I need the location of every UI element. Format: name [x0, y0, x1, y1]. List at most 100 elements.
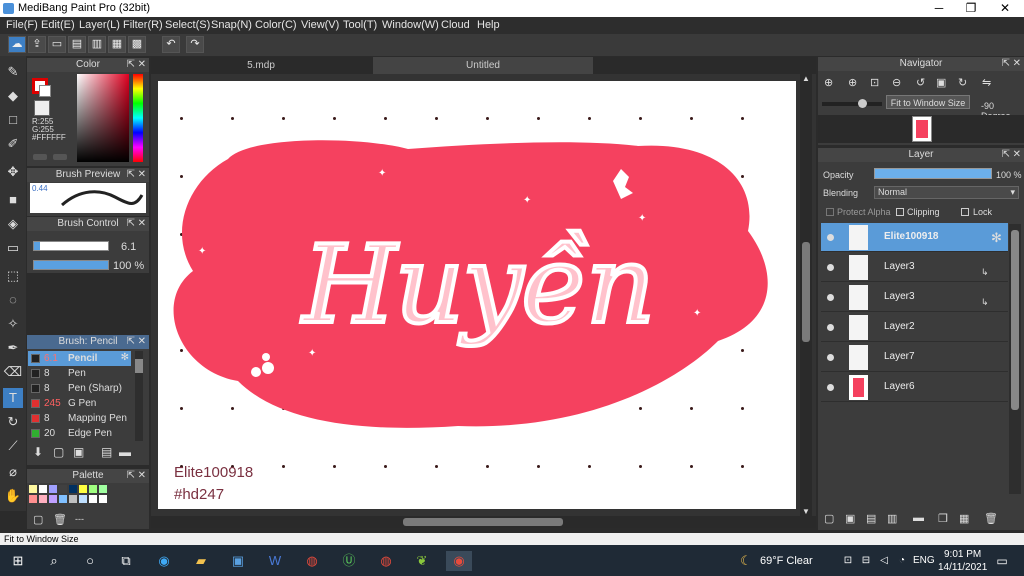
transparent-color-swatch[interactable]	[34, 100, 50, 116]
brush-options-icon[interactable]: ▣	[73, 445, 84, 459]
palette-swatch[interactable]	[39, 495, 47, 503]
magic-wand-tool-icon[interactable]: ✧	[3, 314, 23, 334]
lock-checkbox[interactable]	[961, 208, 969, 216]
select-pen-tool-icon[interactable]: ✒	[3, 338, 23, 358]
palette-swatch[interactable]	[29, 485, 37, 493]
eye-icon[interactable]	[827, 354, 834, 361]
palette-swatch[interactable]	[79, 485, 87, 493]
network-icon[interactable]: ⊟	[856, 551, 876, 571]
color-plus-button[interactable]	[33, 154, 47, 160]
folder-icon[interactable]: ▬	[119, 445, 131, 459]
palette-swatch[interactable]	[89, 485, 97, 493]
close-icon[interactable]: ✕	[138, 470, 146, 481]
wifi-icon[interactable]: ◔	[892, 551, 912, 571]
color-sv-picker[interactable]	[77, 74, 129, 162]
notification-icon[interactable]: ▭	[992, 551, 1012, 571]
close-icon[interactable]: ✕	[1013, 58, 1021, 69]
palette-swatch[interactable]	[49, 485, 57, 493]
maximize-button[interactable]: ❐	[954, 0, 988, 17]
store-icon[interactable]: ▣	[228, 551, 248, 571]
new-material-layer-icon[interactable]: ▥	[887, 512, 897, 525]
palette-swatch[interactable]	[99, 485, 107, 493]
rotation-slider[interactable]	[822, 102, 882, 106]
gear-icon[interactable]: ✻	[121, 352, 129, 363]
edge-icon[interactable]: ◉	[154, 551, 174, 571]
grid-icon[interactable]: ▩	[128, 36, 146, 53]
close-icon[interactable]: ✕	[138, 336, 146, 347]
palette-swatch[interactable]	[59, 485, 67, 493]
hue-slider[interactable]	[133, 74, 143, 162]
rotation-slider-thumb[interactable]	[858, 99, 867, 108]
zoom-out-icon[interactable]: ⊖	[892, 76, 901, 89]
expand-icon[interactable]: ⇱	[127, 218, 135, 229]
merge-layer-icon[interactable]: ▦	[959, 512, 969, 525]
expand-icon[interactable]: ⇱	[1002, 58, 1010, 69]
message-icon[interactable]: ▤	[68, 36, 86, 53]
tab-untitled[interactable]: Untitled	[373, 57, 593, 74]
close-icon[interactable]: ✕	[138, 218, 146, 229]
pages-icon[interactable]: ▦	[108, 36, 126, 53]
expand-icon[interactable]: ⇱	[127, 169, 135, 180]
menu-edit[interactable]: Edit(E)	[41, 19, 75, 31]
minimize-button[interactable]: ─	[922, 0, 956, 17]
bucket-tool-icon[interactable]: ◈	[3, 214, 23, 234]
undo-icon[interactable]: ↶	[162, 36, 180, 53]
blending-select[interactable]: Normal ▾	[874, 186, 1019, 199]
brush-size-slider[interactable]	[33, 241, 109, 251]
trash-icon[interactable]: 🗑	[984, 512, 998, 525]
horizontal-scrollbar[interactable]	[151, 516, 816, 528]
clock-time[interactable]: 9:01 PM	[944, 549, 981, 560]
color-minus-button[interactable]	[53, 154, 67, 160]
palette-swatch[interactable]	[29, 495, 37, 503]
menu-window[interactable]: Window(W)	[382, 19, 439, 31]
new-halftone-layer-icon[interactable]: ▣	[845, 512, 855, 525]
palette-new-icon[interactable]: ▢	[33, 513, 43, 526]
close-button[interactable]: ✕	[988, 0, 1022, 17]
weather-text[interactable]: 69°F Clear	[760, 555, 813, 567]
hand-tool-icon[interactable]: ✋	[3, 486, 23, 506]
layer-row-layer2[interactable]: Layer2	[821, 313, 1008, 342]
operation-tool-icon[interactable]: ↻	[3, 412, 23, 432]
menu-tool[interactable]: Tool(T)	[343, 19, 377, 31]
chrome-2-icon[interactable]: ◍	[376, 551, 396, 571]
menu-snap[interactable]: Snap(N)	[211, 19, 252, 31]
select-eraser-tool-icon[interactable]: ⌫	[3, 362, 23, 382]
page-icon[interactable]: ▥	[88, 36, 106, 53]
select-rect-tool-icon[interactable]: ⬚	[3, 266, 23, 286]
palette-swatch[interactable]	[99, 495, 107, 503]
pen-tool-icon[interactable]: ✐	[3, 134, 23, 154]
brush-item-mapping-pen[interactable]: 8 Mapping Pen	[28, 411, 131, 426]
eye-icon[interactable]	[827, 294, 834, 301]
actual-size-icon[interactable]: ▣	[936, 76, 946, 89]
layer-row-layer3-2[interactable]: Layer3 ↳	[821, 283, 1008, 312]
trash-icon[interactable]: 🗑	[53, 513, 67, 526]
brush-tool-icon[interactable]: ✎	[3, 62, 23, 82]
layer-row-layer3[interactable]: Layer3 ↳	[821, 253, 1008, 282]
divide-tool-icon[interactable]: ⟋	[3, 436, 23, 456]
close-icon[interactable]: ✕	[138, 169, 146, 180]
eye-icon[interactable]	[827, 324, 834, 331]
menu-color[interactable]: Color(C)	[255, 19, 297, 31]
flip-icon[interactable]: ⇋	[982, 76, 991, 89]
menu-filter[interactable]: Filter(R)	[123, 19, 163, 31]
close-icon[interactable]: ✕	[1013, 149, 1021, 160]
new-1bit-layer-icon[interactable]: ▤	[866, 512, 876, 525]
brush-list-scrollbar[interactable]	[135, 351, 143, 441]
palette-swatch[interactable]	[69, 485, 77, 493]
layer-row-layer7[interactable]: Layer7	[821, 343, 1008, 372]
rotate-right-icon[interactable]: ↻	[958, 76, 967, 89]
expand-icon[interactable]: ⇱	[127, 470, 135, 481]
close-icon[interactable]: ✕	[138, 59, 146, 70]
palette-swatch[interactable]	[69, 495, 77, 503]
copy-layer-icon[interactable]: ❐	[938, 512, 948, 525]
menu-view[interactable]: View(V)	[301, 19, 339, 31]
file-explorer-icon[interactable]: ▰	[191, 551, 211, 571]
protect-alpha-checkbox[interactable]	[826, 208, 834, 216]
rotate-left-icon[interactable]: ↺	[916, 76, 925, 89]
windows-start-icon[interactable]: ⊞	[8, 551, 28, 571]
brush-item-g-pen[interactable]: 245 G Pen	[28, 396, 131, 411]
layer-scrollbar[interactable]	[1009, 224, 1021, 494]
language-indicator[interactable]: ENG	[913, 555, 935, 566]
fill-rect-tool-icon[interactable]: ■	[3, 190, 23, 210]
palette-swatch[interactable]	[79, 495, 87, 503]
